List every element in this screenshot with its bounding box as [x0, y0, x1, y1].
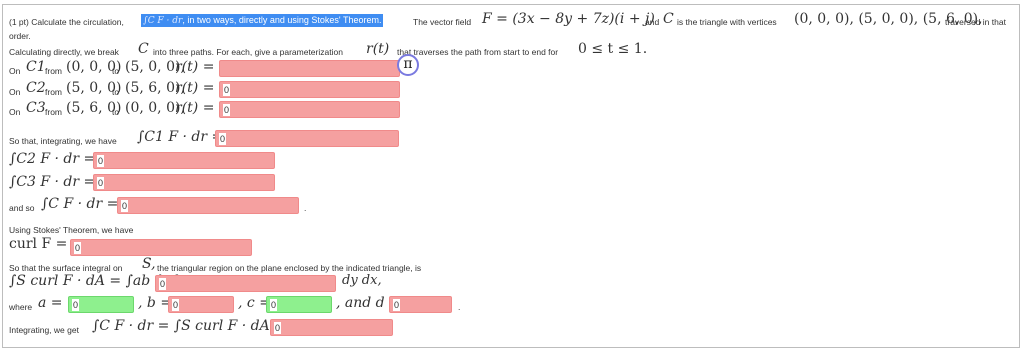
a-input[interactable]: 0 [68, 296, 134, 313]
d-input[interactable]: 0 [389, 296, 452, 313]
input-value: 0 [121, 200, 129, 212]
input-value: 0 [159, 278, 167, 290]
integral-c3-input[interactable]: 0 [93, 174, 275, 191]
final-answer-input[interactable]: 0 [270, 319, 393, 336]
highlight-text: , in two ways, directly and using Stokes… [182, 15, 382, 25]
input-value: 0 [219, 133, 227, 145]
problem-prefix: (1 pt) Calculate the circulation, [9, 17, 124, 27]
highlight-math: ∫C F · dr [143, 16, 183, 26]
path-c1-parameterization-input[interactable] [219, 60, 400, 77]
curve-c1-label: C1 [26, 59, 46, 75]
from-label: from [45, 87, 62, 97]
input-value: 0 [97, 155, 105, 167]
highlighted-selection: ∫C F · dr, in two ways, directly and usi… [141, 14, 384, 27]
path-c2-parameterization-input[interactable]: 0 [219, 81, 400, 98]
and-text: and [645, 17, 660, 27]
vector-field-formula: F = (3x − 8y + 7z)(i + j) [482, 11, 655, 27]
input-value: 0 [172, 299, 180, 311]
period: . [304, 203, 307, 213]
surface-symbol: S, [142, 256, 156, 272]
surface-text-a: So that the surface integral on [9, 263, 123, 273]
integral-c2-label: ∫C2 F · dr = [9, 151, 96, 167]
integral-c-input[interactable]: 0 [117, 197, 299, 214]
and-so-text: and so [9, 203, 35, 213]
integral-c-label: ∫C F · dr = [41, 196, 119, 212]
r-equals: r(t) = [175, 100, 215, 116]
input-value: 0 [393, 299, 401, 311]
order-text: order. [9, 31, 31, 41]
to-label: to [112, 87, 120, 97]
final-formula: ∫C F · dr = ∫S curl F · dA = [92, 318, 286, 334]
input-value: 0 [223, 84, 231, 96]
r-equals: r(t) = [175, 59, 215, 75]
curve-c-symbol: C [663, 11, 674, 27]
r-equals: r(t) = [175, 80, 215, 96]
input-value: 0 [74, 242, 82, 254]
integral-c1-input[interactable]: 0 [215, 130, 399, 147]
traversed-text: traversed in that [945, 17, 1006, 27]
input-value: 0 [274, 322, 282, 334]
input-value: 0 [97, 177, 105, 189]
integral-c1-label: ∫C1 F · dr = [137, 129, 224, 145]
b-label: , b = [138, 295, 173, 311]
integrating-get-text: Integrating, we get [9, 325, 79, 335]
on-label: On [9, 66, 21, 76]
input-value: 0 [72, 299, 80, 311]
c-input[interactable]: 0 [266, 296, 332, 313]
a-label: a = [38, 295, 63, 311]
integrand-input[interactable]: 0 [155, 275, 336, 292]
direct-intro-b: into three paths. For each, give a param… [153, 47, 343, 57]
stokes-heading: Using Stokes' Theorem, we have [9, 225, 134, 235]
r-of-t: r(t) [366, 41, 390, 57]
input-value: 0 [270, 299, 278, 311]
on-label: On [9, 87, 21, 97]
curl-input[interactable]: 0 [70, 239, 252, 256]
from-label: from [45, 107, 62, 117]
b-input[interactable]: 0 [168, 296, 234, 313]
direct-intro-c: that traverses the path from start to en… [397, 47, 559, 57]
curve-c-symbol-2: C [138, 41, 149, 57]
vector-field-intro: The vector field [413, 17, 472, 27]
curve-c3-label: C3 [26, 100, 46, 116]
path-c3-parameterization-input[interactable]: 0 [219, 101, 400, 118]
integral-c3-label: ∫C3 F · dr = [9, 174, 96, 190]
end-period: . [458, 302, 461, 312]
curl-label: curl F = [9, 236, 68, 252]
from-label: from [45, 66, 62, 76]
integrating-text: So that, integrating, we have [9, 136, 117, 146]
surface-text-b: the triangular region on the plane enclo… [157, 263, 422, 273]
pi-symbol-button[interactable]: π [397, 54, 419, 76]
triangle-text: is the triangle with vertices [677, 17, 777, 27]
dy-dx: dy dx, [342, 273, 382, 288]
integral-c2-input[interactable]: 0 [93, 152, 275, 169]
on-label: On [9, 107, 21, 117]
input-value: 0 [223, 104, 231, 116]
curve-c2-label: C2 [26, 80, 46, 96]
to-label: to [112, 107, 120, 117]
surface-integral-label: ∫S curl F · dA = ∫ab ∫cd [9, 273, 179, 289]
to-label: to [112, 66, 120, 76]
where-text: where [9, 302, 33, 312]
t-range: 0 ≤ t ≤ 1. [578, 41, 648, 57]
direct-intro-a: Calculating directly, we break [9, 47, 119, 57]
